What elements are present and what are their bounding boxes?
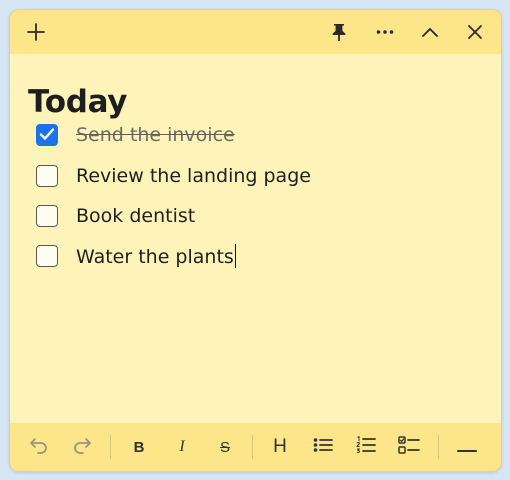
todo-checkbox[interactable] — [36, 245, 58, 267]
undo-button[interactable] — [24, 433, 54, 461]
todo-item: Send the invoice — [36, 120, 235, 150]
todo-item: Book dentist — [36, 201, 195, 231]
plus-icon — [27, 23, 45, 41]
numbered-list-button[interactable] — [351, 433, 381, 461]
bold-button[interactable]: B — [124, 433, 154, 461]
todo-checkbox[interactable] — [36, 205, 58, 227]
italic-icon: I — [179, 438, 185, 455]
note-heading[interactable]: Today — [28, 84, 128, 120]
bullet-list-button[interactable] — [308, 433, 338, 461]
todo-checkbox[interactable] — [36, 165, 58, 187]
sticky-note-window: Today Send the invoice Review the landin… — [9, 9, 502, 472]
close-icon — [467, 24, 483, 40]
bold-icon: B — [133, 438, 145, 456]
close-button[interactable] — [460, 18, 490, 46]
heading-button[interactable]: H — [265, 433, 295, 461]
more-icon — [376, 29, 394, 35]
heading-icon: H — [273, 436, 287, 457]
collapse-button[interactable] — [415, 18, 445, 46]
divider-icon — [457, 438, 477, 457]
toolbar-separator — [110, 435, 111, 459]
todo-checkbox[interactable] — [36, 124, 58, 146]
redo-button[interactable] — [67, 433, 97, 461]
new-note-button[interactable] — [21, 18, 51, 46]
title-bar — [10, 10, 501, 54]
todo-item: Water the plants — [36, 241, 237, 271]
collapse-icon — [421, 26, 439, 38]
todo-text[interactable]: Review the landing page — [76, 165, 311, 187]
todo-text[interactable]: Water the plants — [76, 244, 237, 268]
undo-icon — [29, 436, 49, 458]
strikethrough-icon: S — [219, 438, 230, 456]
strikethrough-button[interactable]: S — [210, 433, 240, 461]
todo-text[interactable]: Book dentist — [76, 205, 195, 227]
toolbar-separator — [252, 435, 253, 459]
redo-icon — [72, 436, 92, 458]
todo-item: Review the landing page — [36, 161, 311, 191]
numbered-list-icon — [356, 435, 376, 458]
pin-icon — [331, 23, 347, 41]
checkmark-icon — [39, 126, 55, 145]
toolbar-separator — [438, 435, 439, 459]
checklist-icon — [398, 436, 420, 458]
todo-text[interactable]: Send the invoice — [76, 124, 235, 146]
checklist-button[interactable] — [394, 433, 424, 461]
text-caret — [234, 244, 237, 268]
note-body[interactable]: Today Send the invoice Review the landin… — [10, 54, 501, 423]
bullet-list-icon — [313, 437, 333, 457]
pin-button[interactable] — [324, 18, 354, 46]
italic-button[interactable]: I — [167, 433, 197, 461]
divider-button[interactable] — [452, 433, 482, 461]
more-options-button[interactable] — [370, 18, 400, 46]
formatting-toolbar: B I S H — [10, 423, 501, 471]
